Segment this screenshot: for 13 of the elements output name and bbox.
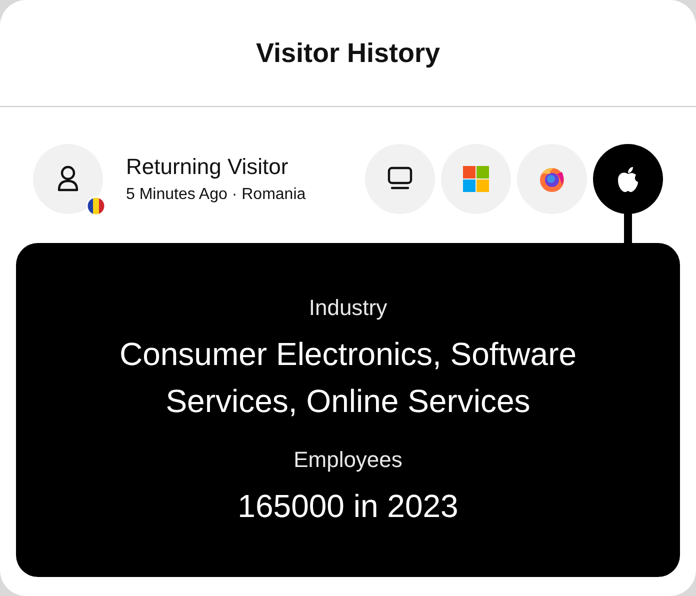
detail-value: 165000 in 2023 [238, 487, 458, 526]
desktop-icon [386, 166, 414, 192]
windows-logo-icon [462, 165, 490, 193]
detail-label: Industry [308, 295, 388, 321]
apple-icon [616, 165, 640, 193]
visitor-name: Returning Visitor [126, 154, 290, 180]
user-icon [56, 165, 80, 193]
visit-details: 5 Minutes Ago · Romania [126, 186, 307, 204]
browser-icon [538, 165, 566, 193]
window-title: Visitor History [256, 38, 440, 68]
flag-icon [86, 196, 106, 216]
detail-value: Consumer Electronics, Software Services, Online Services [118, 335, 578, 421]
detail-label: Employees [294, 447, 402, 473]
